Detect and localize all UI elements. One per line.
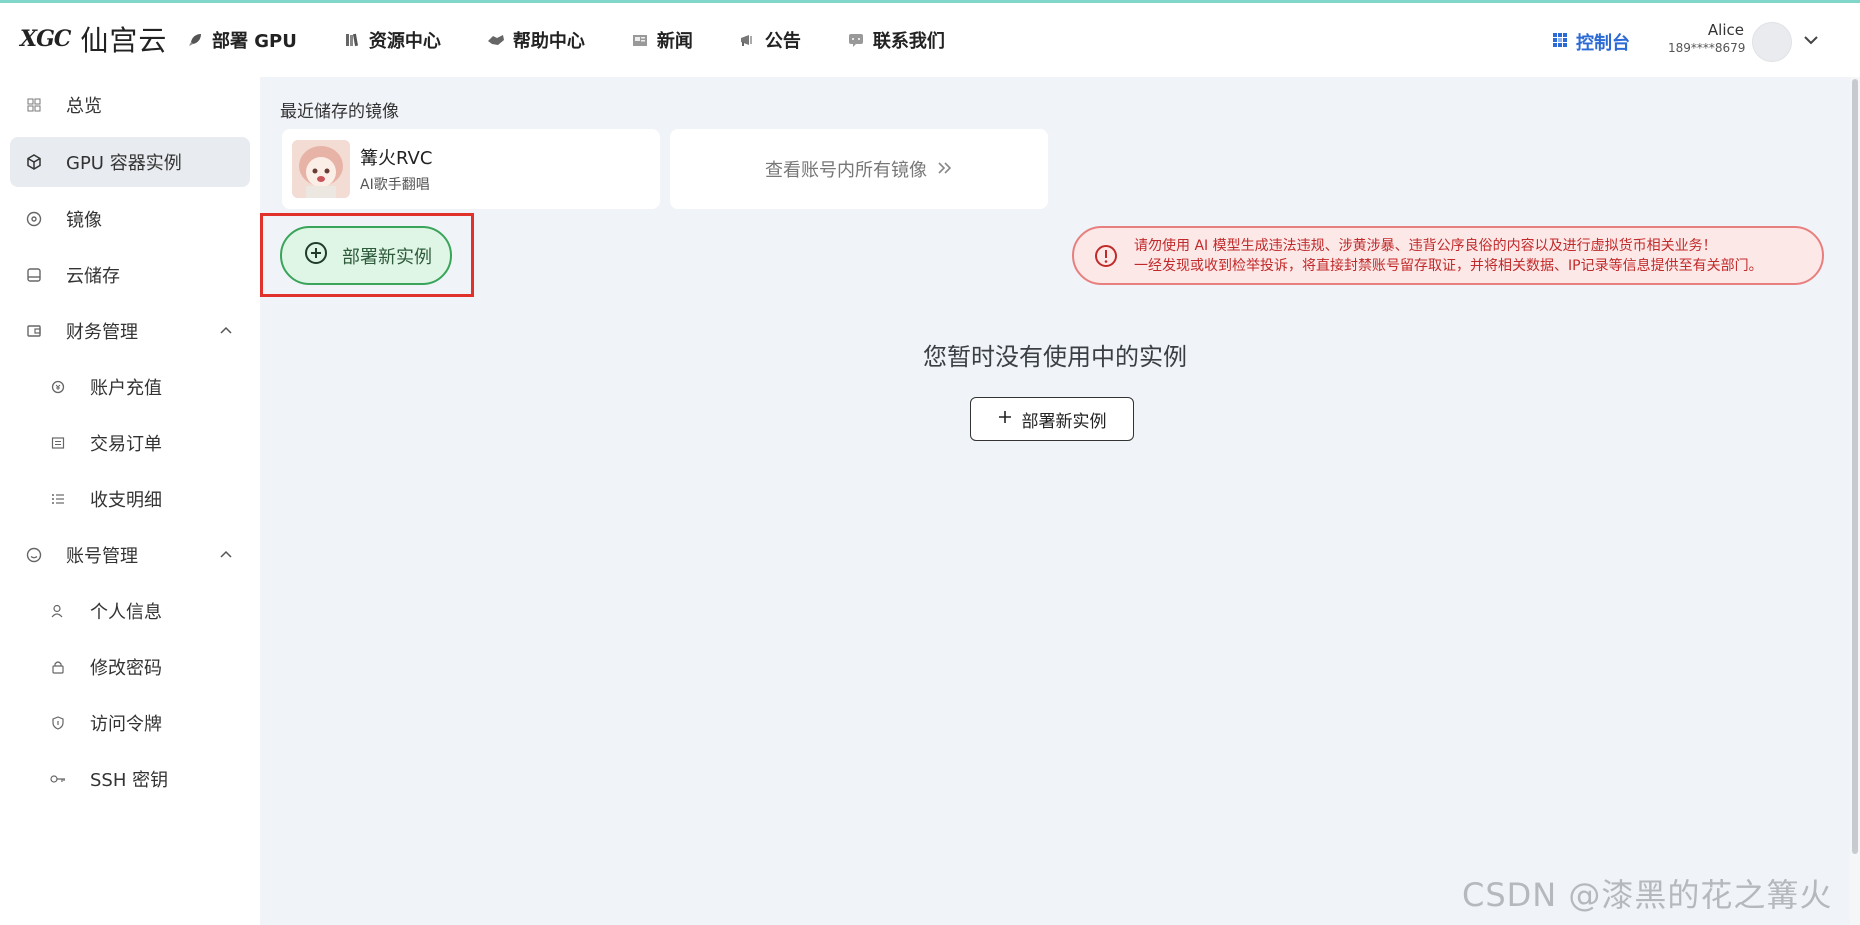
alert-circle-icon xyxy=(1094,244,1118,268)
nav-label: 公告 xyxy=(764,31,801,52)
books-icon xyxy=(343,31,361,49)
nav-label: 帮助中心 xyxy=(512,31,585,52)
user-phone: 189****8679 xyxy=(1668,41,1746,55)
sidebar-item-images[interactable]: 镜像 xyxy=(10,194,250,244)
wallet-icon xyxy=(26,323,42,339)
main-nav: 部署 GPU 资源中心 帮助中心 新闻 公告 联系我们 xyxy=(186,3,991,77)
sidebar-item-label: 个人信息 xyxy=(90,602,162,623)
warning-banner: 请勿使用 AI 模型生成违法违规、涉黄涉暴、违背公序良俗的内容以及进行虚拟货币相… xyxy=(1072,226,1824,285)
chevron-up-icon[interactable] xyxy=(218,546,234,562)
sidebar-item-label: 修改密码 xyxy=(90,658,162,679)
warning-line-2: 一经发现或收到检举投诉，将直接封禁账号留存取证，并将相关数据、IP记录等信息提供… xyxy=(1134,257,1763,274)
deploy-button-label: 部署新实例 xyxy=(1021,411,1107,432)
plus-circle-icon xyxy=(304,241,328,270)
sidebar-item-ssh-keys[interactable]: SSH 密钥 xyxy=(10,754,250,804)
sidebar-item-profile[interactable]: 个人信息 xyxy=(10,586,250,636)
watermark: CSDN @漆黑的花之篝火 xyxy=(1462,876,1833,914)
top-navbar: XGC 仙宫云 部署 GPU 资源中心 帮助中心 新闻 公告 联系我们 控制台 … xyxy=(0,3,1860,77)
scrollbar-thumb[interactable] xyxy=(1852,79,1858,854)
user-icon xyxy=(50,603,66,619)
sidebar-item-account[interactable]: 账号管理 xyxy=(10,530,250,580)
megaphone-icon xyxy=(739,31,757,49)
sidebar-item-cloud-storage[interactable]: 云储存 xyxy=(10,250,250,300)
grid-icon xyxy=(26,97,42,113)
sidebar-item-label: 镜像 xyxy=(66,210,102,231)
warning-line-1: 请勿使用 AI 模型生成违法违规、涉黄涉暴、违背公序良俗的内容以及进行虚拟货币相… xyxy=(1134,237,1717,254)
logo-mark: XGC xyxy=(20,26,71,52)
sidebar-item-orders[interactable]: 交易订单 xyxy=(10,418,250,468)
sidebar-item-label: 账户充值 xyxy=(90,378,162,399)
logo[interactable]: XGC 仙宫云 xyxy=(20,19,167,59)
nav-label: 联系我们 xyxy=(872,31,945,52)
recent-images-title: 最近储存的镜像 xyxy=(280,102,399,122)
nav-contact[interactable]: 联系我们 xyxy=(847,27,945,53)
avatar[interactable] xyxy=(1752,22,1792,62)
deploy-pill-label: 部署新实例 xyxy=(342,246,432,268)
nav-help-center[interactable]: 帮助中心 xyxy=(487,27,585,53)
empty-state-title: 您暂时没有使用中的实例 xyxy=(923,343,1187,371)
sidebar-item-label: 账号管理 xyxy=(66,546,138,567)
view-all-images-button[interactable]: 查看账号内所有镜像 xyxy=(670,129,1048,209)
image-thumbnail xyxy=(292,140,350,198)
receipt-icon xyxy=(50,435,66,451)
nav-label: 资源中心 xyxy=(368,31,441,52)
dashboard-grid-icon xyxy=(1552,32,1568,53)
nav-label: 新闻 xyxy=(656,31,693,52)
cube-icon xyxy=(26,154,42,170)
console-link[interactable]: 控制台 xyxy=(1552,29,1630,55)
sidebar-item-gpu-instances[interactable]: GPU 容器实例 xyxy=(10,137,250,187)
sidebar-item-label: SSH 密钥 xyxy=(90,770,169,791)
sidebar-item-label: GPU 容器实例 xyxy=(66,153,182,174)
nav-label: 部署 GPU xyxy=(212,31,297,52)
deploy-new-instance-pill-button[interactable]: 部署新实例 xyxy=(280,226,452,285)
nav-news[interactable]: 新闻 xyxy=(631,27,693,53)
handshake-icon xyxy=(487,31,505,49)
nav-announcement[interactable]: 公告 xyxy=(739,27,801,53)
disc-icon xyxy=(26,211,42,227)
scrollbar[interactable] xyxy=(1850,77,1860,925)
nav-deploy-gpu[interactable]: 部署 GPU xyxy=(186,27,297,53)
chat-icon xyxy=(847,31,865,49)
coin-icon xyxy=(50,379,66,395)
sidebar-item-label: 交易订单 xyxy=(90,434,162,455)
view-all-images-label: 查看账号内所有镜像 xyxy=(765,160,927,181)
sidebar-item-overview[interactable]: 总览 xyxy=(10,80,250,130)
plus-icon xyxy=(998,409,1012,429)
nav-resource-center[interactable]: 资源中心 xyxy=(343,27,441,53)
sidebar-item-access-token[interactable]: 访问令牌 xyxy=(10,698,250,748)
shield-icon xyxy=(50,715,66,731)
sidebar-item-label: 云储存 xyxy=(66,266,120,287)
sidebar-item-finance[interactable]: 财务管理 xyxy=(10,306,250,356)
lock-icon xyxy=(50,659,66,675)
deploy-new-instance-button[interactable]: 部署新实例 xyxy=(970,397,1134,441)
recent-image-card[interactable]: 篝火RVC AI歌手翻唱 xyxy=(282,129,660,209)
user-name: Alice xyxy=(1707,21,1744,39)
smile-icon xyxy=(26,547,42,563)
image-name: 篝火RVC xyxy=(360,148,433,169)
sidebar-item-label: 财务管理 xyxy=(66,322,138,343)
user-info[interactable]: Alice 189****8679 xyxy=(1668,21,1746,55)
chevron-up-icon[interactable] xyxy=(218,322,234,338)
key-icon xyxy=(50,771,66,787)
sidebar-item-change-password[interactable]: 修改密码 xyxy=(10,642,250,692)
console-label: 控制台 xyxy=(1576,33,1630,54)
newspaper-icon xyxy=(631,31,649,49)
sidebar-item-transactions[interactable]: 收支明细 xyxy=(10,474,250,524)
sidebar-item-label: 访问令牌 xyxy=(90,714,162,735)
double-chevron-right-icon xyxy=(937,159,953,180)
rocket-icon xyxy=(186,31,204,49)
image-description: AI歌手翻唱 xyxy=(360,177,430,193)
list-icon xyxy=(50,491,66,507)
main-content: 最近储存的镜像 篝火RVC AI歌手翻唱 查看账号内所有镜像 部署新实例 请勿使… xyxy=(260,77,1850,925)
logo-text: 仙宫云 xyxy=(80,24,168,57)
sidebar-item-label: 收支明细 xyxy=(90,490,162,511)
sidebar-item-recharge[interactable]: 账户充值 xyxy=(10,362,250,412)
chevron-down-icon[interactable] xyxy=(1802,31,1820,49)
sidebar-item-label: 总览 xyxy=(66,96,102,117)
sidebar: 总览 GPU 容器实例 镜像 云储存 财务管理 账户充值 交易订单 收支明细 账… xyxy=(0,77,260,925)
drive-icon xyxy=(26,267,42,283)
